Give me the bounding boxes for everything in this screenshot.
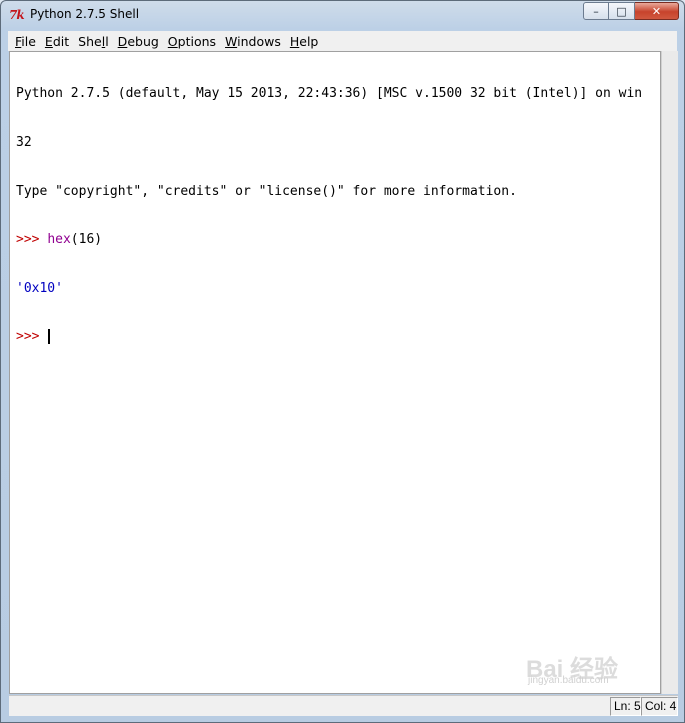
call-args: (16) bbox=[70, 232, 103, 248]
maximize-icon: □ bbox=[616, 4, 627, 18]
input-line: >>> hex(16) bbox=[16, 232, 660, 248]
window-title: Python 2.7.5 Shell bbox=[30, 7, 140, 21]
menu-windows[interactable]: Windows bbox=[225, 34, 281, 49]
menu-bar: File Edit Shell Debug Options Windows He… bbox=[8, 31, 677, 51]
banner-line: 32 bbox=[16, 135, 32, 150]
minimize-icon: – bbox=[593, 4, 599, 18]
title-bar[interactable]: 7k Python 2.7.5 Shell – □ ✕ bbox=[1, 1, 684, 29]
close-icon: ✕ bbox=[651, 4, 662, 18]
menu-debug[interactable]: Debug bbox=[118, 34, 159, 49]
menu-edit[interactable]: Edit bbox=[45, 34, 69, 49]
vertical-scrollbar[interactable] bbox=[661, 51, 678, 694]
shell-text-area[interactable]: Python 2.7.5 (default, May 15 2013, 22:4… bbox=[9, 51, 661, 694]
menu-help[interactable]: Help bbox=[290, 34, 319, 49]
status-column-number: Col: 4 bbox=[641, 697, 678, 716]
tk-feather-icon: 7k bbox=[9, 8, 25, 22]
output-line: '0x10' bbox=[16, 280, 63, 296]
text-cursor bbox=[48, 329, 51, 345]
banner-line: Python 2.7.5 (default, May 15 2013, 22:4… bbox=[16, 86, 643, 102]
menu-options[interactable]: Options bbox=[168, 34, 216, 49]
idle-shell-window: 7k Python 2.7.5 Shell – □ ✕ File Edit Sh… bbox=[0, 0, 685, 723]
watermark: Bai 经验 jingyan.baidu.com bbox=[526, 649, 646, 691]
builtin-call: hex bbox=[47, 232, 71, 248]
close-button[interactable]: ✕ bbox=[635, 2, 679, 20]
window-controls: – □ ✕ bbox=[583, 2, 679, 20]
minimize-button[interactable]: – bbox=[583, 2, 609, 20]
status-line-number: Ln: 5 bbox=[610, 697, 641, 716]
maximize-button[interactable]: □ bbox=[609, 2, 635, 20]
status-bar: Ln: 5 Col: 4 bbox=[9, 695, 678, 716]
menu-file[interactable]: File bbox=[15, 34, 36, 49]
menu-shell[interactable]: Shell bbox=[78, 34, 109, 49]
shell-prompt: >>> bbox=[16, 329, 48, 345]
banner-line: Type "copyright", "credits" or "license(… bbox=[16, 183, 517, 199]
current-input-line[interactable]: >>> bbox=[16, 329, 660, 345]
shell-prompt: >>> bbox=[16, 232, 48, 248]
watermark-url: jingyan.baidu.com bbox=[528, 675, 609, 686]
